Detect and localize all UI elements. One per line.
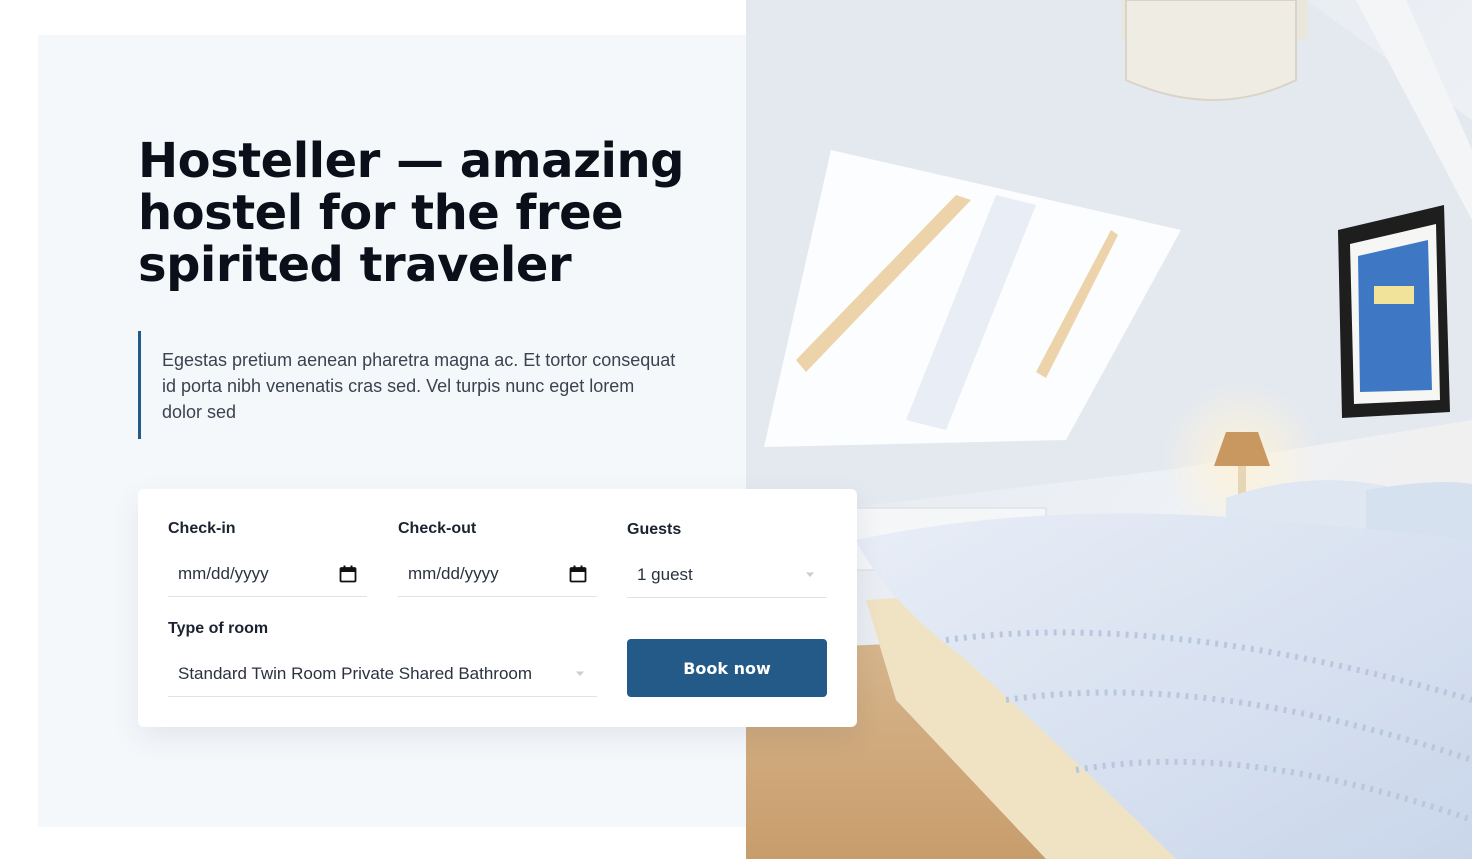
book-now-button[interactable]: Book now <box>627 639 827 697</box>
hero-description-block: Egestas pretium aenean pharetra magna ac… <box>138 331 678 439</box>
checkout-input[interactable]: mm/dd/yyyy <box>398 551 597 597</box>
room-type-value: Standard Twin Room Private Shared Bathro… <box>178 663 533 683</box>
hero-title: Hosteller — amazing hostel for the free … <box>138 133 685 293</box>
checkin-placeholder: mm/dd/yyyy <box>178 563 269 583</box>
booking-card: Check-in mm/dd/yyyy Check-out mm/dd/yyyy… <box>138 489 857 727</box>
checkin-input[interactable]: mm/dd/yyyy <box>168 551 367 597</box>
bedroom-photo <box>746 0 1472 859</box>
guests-value: 1 guest <box>637 564 693 584</box>
checkin-field: Check-in mm/dd/yyyy <box>168 519 367 599</box>
room-type-select[interactable]: Standard Twin Room Private Shared Bathro… <box>168 651 597 697</box>
hero-description: Egestas pretium aenean pharetra magna ac… <box>162 350 676 422</box>
room-type-label: Type of room <box>168 620 269 637</box>
checkout-field: Check-out mm/dd/yyyy <box>398 519 597 599</box>
calendar-icon[interactable] <box>569 565 587 583</box>
guests-select[interactable]: 1 guest <box>627 552 827 598</box>
room-type-field: Type of room Standard Twin Room Private … <box>168 619 597 699</box>
calendar-icon[interactable] <box>339 565 357 583</box>
chevron-down-icon <box>576 671 584 676</box>
checkin-label: Check-in <box>168 520 236 537</box>
chevron-down-icon <box>806 572 814 577</box>
checkout-label: Check-out <box>398 520 477 537</box>
checkout-placeholder: mm/dd/yyyy <box>408 563 499 583</box>
guests-label: Guests <box>627 521 682 538</box>
guests-field: Guests 1 guest <box>627 520 827 600</box>
bedroom-illustration <box>746 0 1472 859</box>
